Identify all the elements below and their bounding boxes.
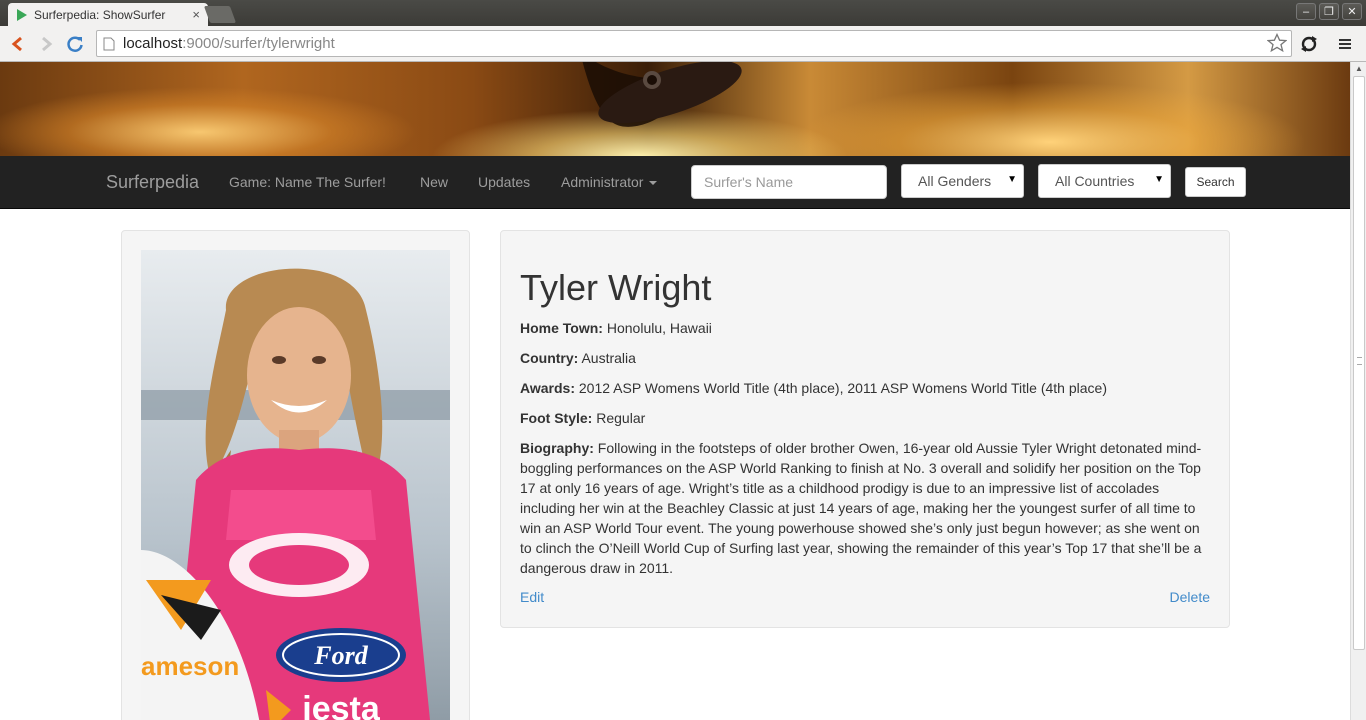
extension-button[interactable]: [1297, 32, 1321, 56]
surfer-silhouette-image: [582, 62, 742, 127]
hamburger-menu-icon: [1339, 39, 1351, 49]
caret-down-icon: [649, 181, 658, 186]
scroll-up-arrow-icon[interactable]: ▲: [1355, 64, 1363, 73]
hometown-row: Home Town: Honolulu, Hawaii: [520, 318, 1210, 338]
favicon-play-icon: [17, 8, 27, 21]
gender-select-value: All Genders: [918, 173, 992, 189]
close-window-button[interactable]: ✕: [1342, 3, 1362, 20]
footstyle-row: Foot Style: Regular: [520, 408, 1210, 428]
select-arrow-icon: ▼: [1154, 174, 1164, 185]
page-viewport: Surferpedia Game: Name The Surfer! New U…: [0, 62, 1350, 720]
biography-label: Biography:: [520, 440, 594, 456]
browser-tab[interactable]: Surferpedia: ShowSurfer ×: [8, 3, 208, 26]
country-value: Australia: [581, 350, 636, 366]
forward-arrow-icon: [42, 36, 53, 52]
header-banner-image: [0, 62, 1350, 156]
surfer-name-search-input[interactable]: [691, 165, 887, 199]
menu-button[interactable]: [1333, 32, 1357, 56]
country-row: Country: Australia: [520, 348, 1210, 368]
nav-link-updates[interactable]: Updates: [478, 174, 530, 190]
scrollbar-grip-icon: [1357, 357, 1362, 365]
hometown-label: Home Town:: [520, 320, 603, 336]
address-bar[interactable]: localhost:9000/surfer/tylerwright: [96, 30, 1292, 57]
biography-row: Biography: Following in the footsteps of…: [520, 438, 1210, 578]
surfer-name-heading: Tyler Wright: [520, 267, 712, 308]
search-button[interactable]: Search: [1185, 167, 1246, 197]
board-ameson-text: ameson: [141, 651, 239, 681]
back-arrow-icon: [11, 36, 22, 52]
footstyle-label: Foot Style:: [520, 410, 593, 426]
scrollbar-thumb[interactable]: [1353, 76, 1365, 650]
bookmark-star-icon[interactable]: [1267, 33, 1287, 53]
tab-title: Surferpedia: ShowSurfer: [34, 7, 166, 22]
nav-dropdown-administrator[interactable]: Administrator: [561, 174, 658, 190]
footstyle-value: Regular: [596, 410, 646, 426]
shirt-ford-text: Ford: [313, 641, 368, 670]
browser-toolbar: localhost:9000/surfer/tylerwright: [0, 26, 1366, 62]
new-tab-button[interactable]: [203, 6, 237, 23]
back-button[interactable]: [5, 32, 29, 56]
surfer-photo-panel: Ford iesta ameson: [121, 230, 470, 720]
awards-row: Awards: 2012 ASP Womens World Title (4th…: [520, 378, 1210, 398]
forward-button[interactable]: [35, 32, 59, 56]
edit-link[interactable]: Edit: [520, 589, 544, 605]
browser-titlebar: Surferpedia: ShowSurfer × – ❐ ✕: [0, 0, 1366, 26]
country-select-value: All Countries: [1055, 173, 1135, 189]
reload-button[interactable]: [63, 32, 87, 56]
awards-label: Awards:: [520, 380, 575, 396]
select-arrow-icon: ▼: [1007, 174, 1017, 185]
shirt-fiesta-text: iesta: [302, 690, 381, 720]
awards-value: 2012 ASP Womens World Title (4th place),…: [578, 380, 1107, 396]
main-navbar: Surferpedia Game: Name The Surfer! New U…: [0, 156, 1350, 209]
hometown-value: Honolulu, Hawaii: [606, 320, 712, 336]
country-select[interactable]: All Countries ▼: [1038, 164, 1171, 198]
tab-close-icon[interactable]: ×: [192, 7, 200, 22]
nav-link-game[interactable]: Game: Name The Surfer!: [229, 174, 386, 190]
biography-text: Following in the footsteps of older brot…: [520, 440, 1202, 576]
window-controls: – ❐ ✕: [1296, 3, 1362, 20]
gender-select[interactable]: All Genders ▼: [901, 164, 1024, 198]
minimize-button[interactable]: –: [1296, 3, 1316, 20]
reload-icon: [67, 36, 83, 52]
surfer-photo: Ford iesta ameson: [141, 250, 450, 720]
extension-sync-icon: [1301, 36, 1317, 52]
restore-button[interactable]: ❐: [1319, 3, 1339, 20]
surfer-info-panel: Tyler Wright Home Town: Honolulu, Hawaii…: [500, 230, 1230, 628]
nav-administrator-label: Administrator: [561, 174, 644, 190]
page-scrollbar[interactable]: ▲: [1350, 62, 1366, 720]
delete-link[interactable]: Delete: [1170, 589, 1210, 605]
nav-link-new[interactable]: New: [420, 174, 448, 190]
url-path: :9000/surfer/tylerwright: [182, 35, 335, 52]
url-host: localhost: [123, 35, 183, 52]
brand-link[interactable]: Surferpedia: [106, 172, 199, 193]
country-label: Country:: [520, 350, 579, 366]
surfer-portrait-image: Ford iesta ameson: [141, 250, 450, 720]
page-icon: [103, 37, 115, 50]
